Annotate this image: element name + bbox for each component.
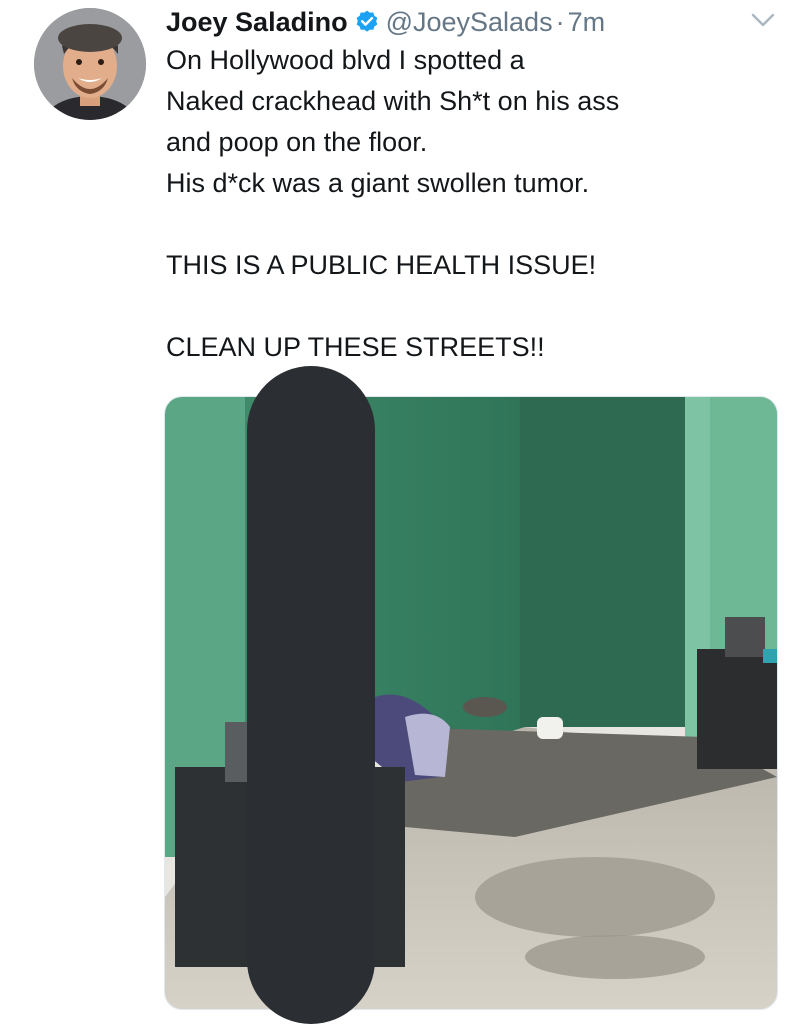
- tweet-timestamp[interactable]: 7m: [568, 7, 606, 38]
- tweet-text-line: [166, 286, 786, 327]
- tweet-header: Joey Saladino @JoeySalads · 7m: [166, 4, 605, 40]
- tweet-text-line: Naked crackhead with Sh*t on his ass: [166, 86, 620, 116]
- user-handle[interactable]: @JoeySalads: [386, 7, 553, 38]
- tweet-text-line: On Hollywood blvd I spotted a: [166, 45, 525, 75]
- separator-dot: ·: [555, 6, 565, 37]
- chevron-down-icon[interactable]: [748, 8, 778, 32]
- tweet-text-line: [166, 204, 786, 245]
- tweet-text-line: and poop on the floor.: [166, 127, 428, 157]
- redaction-bar: [247, 366, 375, 1024]
- tweet-text-line: His d*ck was a giant swollen tumor.: [166, 168, 590, 198]
- tweet-card[interactable]: Joey Saladino @JoeySalads · 7m On Hollyw…: [0, 0, 811, 1024]
- avatar-image: [34, 8, 146, 120]
- verified-badge-icon: [354, 9, 380, 35]
- tweet-text-line: THIS IS A PUBLIC HEALTH ISSUE!: [166, 250, 597, 280]
- tweet-text-line: CLEAN UP THESE STREETS!!: [166, 332, 545, 362]
- display-name[interactable]: Joey Saladino: [166, 7, 348, 38]
- tweet-text: On Hollywood blvd I spotted a Naked crac…: [166, 40, 786, 368]
- avatar[interactable]: [34, 8, 146, 120]
